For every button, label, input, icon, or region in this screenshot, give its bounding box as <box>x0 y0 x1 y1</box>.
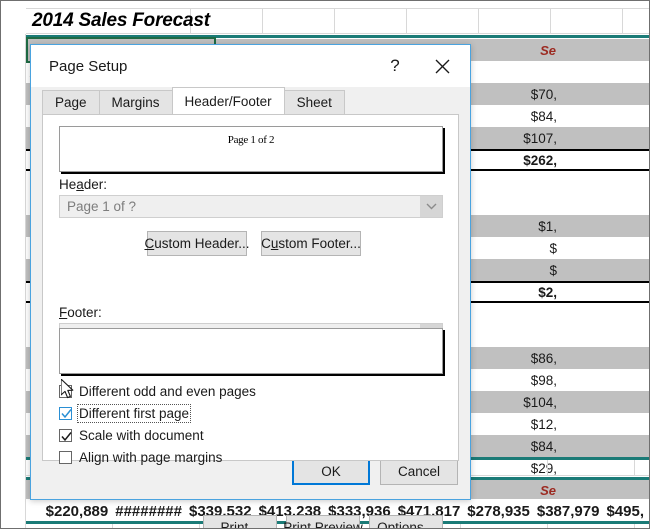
header-preview-text: Page 1 of 2 <box>227 134 275 146</box>
table-cell: $2, <box>538 284 557 300</box>
checkbox-group: Different odd and even pages Different f… <box>59 381 256 469</box>
sheet-title-blank-cell <box>479 9 551 33</box>
dialog-tabstrip: Page Margins Header/Footer Sheet <box>42 87 345 114</box>
checkbox-box[interactable] <box>59 384 72 398</box>
checkbox-different-odd-even[interactable]: Different odd and even pages <box>59 381 256 401</box>
checkbox-scale-with-document[interactable]: Scale with document <box>59 425 256 445</box>
options-button[interactable]: Options... <box>369 515 443 528</box>
checkbox-align-with-page-margins[interactable]: Align with page margins <box>59 447 256 467</box>
custom-footer-button[interactable]: Cu stom Footer... <box>261 231 361 256</box>
checkbox-box[interactable] <box>59 450 72 464</box>
checkbox-label: Different odd and even pages <box>79 383 256 399</box>
footer-field-label: Footer: <box>59 305 102 320</box>
checkbox-label: Align with page margins <box>79 449 223 465</box>
table-cell: $70, <box>530 86 557 102</box>
table-cell: $104, <box>523 394 557 410</box>
header-footer-panel: Page 1 of 2 Header: Page 1 of ? Custom H… <box>42 114 459 528</box>
checkmark-icon <box>61 408 72 418</box>
table-cell: $86, <box>530 350 557 366</box>
header-select-value: Page 1 of ? <box>67 199 137 214</box>
chevron-down-icon[interactable] <box>420 196 442 217</box>
custom-header-button[interactable]: Custom Header... <box>144 231 250 256</box>
table-cell: $ <box>549 240 557 256</box>
tab-margins[interactable]: Margins <box>98 90 173 114</box>
checkbox-box[interactable] <box>59 428 72 442</box>
table-cell: $262, <box>523 152 557 168</box>
header-field-label: Header: <box>59 177 108 192</box>
checkbox-label: Different first page <box>76 403 192 423</box>
grand-total-cell: $495, <box>606 502 644 520</box>
panel-action-buttons: Print... Print Previe w Options... <box>59 515 443 528</box>
dialog-titlebar: Page Setup ? <box>31 45 470 87</box>
tab-header-footer[interactable]: Header/Footer <box>171 87 285 114</box>
screenshot-root: 2014 Sales Forecast Unit n Jul Aug Se An… <box>0 0 650 529</box>
footer-header-month: Se <box>540 482 556 498</box>
table-cell: $ <box>549 262 557 278</box>
print-button[interactable]: Print... <box>203 515 277 528</box>
dialog-title: Page Setup <box>49 57 128 75</box>
sheet-title-blank-cell <box>407 9 479 33</box>
ok-button[interactable]: OK <box>292 458 370 485</box>
tab-page[interactable]: Page <box>42 90 100 114</box>
grand-total-cell: $278,935 <box>467 502 530 520</box>
row-gutter <box>1 34 26 528</box>
close-icon[interactable] <box>422 45 462 87</box>
tab-sheet[interactable]: Sheet <box>283 90 345 114</box>
table-cell: $84, <box>530 438 557 454</box>
sheet-title-blank-cell <box>335 9 407 33</box>
table-cell: $98, <box>530 372 557 388</box>
sheet-title-row: 2014 Sales Forecast <box>26 8 649 34</box>
footer-preview-box <box>59 328 443 374</box>
checkbox-box[interactable] <box>59 406 72 420</box>
grand-total-cell: $387,979 <box>536 502 600 520</box>
sheet-title-blank-cell <box>263 9 335 33</box>
column-header-month: Se <box>540 42 556 58</box>
help-icon[interactable]: ? <box>380 45 410 87</box>
header-preview-box: Page 1 of 2 <box>59 126 443 172</box>
table-cell: $84, <box>530 108 557 124</box>
table-cell: $1, <box>538 218 557 234</box>
sheet-title-blank-cell <box>191 9 263 33</box>
checkmark-icon <box>61 431 72 441</box>
page-setup-dialog: Page Setup ? Page Margins Header/Footer … <box>30 44 471 528</box>
checkbox-label: Scale with document <box>79 427 204 443</box>
dialog-body: Page Margins Header/Footer Sheet Page 1 … <box>31 87 470 528</box>
cancel-button[interactable]: Cancel <box>380 458 458 485</box>
table-cell: $12, <box>530 416 557 432</box>
checkbox-different-first-page[interactable]: Different first page <box>59 403 256 423</box>
header-select[interactable]: Page 1 of ? <box>59 195 443 218</box>
sheet-title: 2014 Sales Forecast <box>26 9 210 33</box>
sheet-title-blank-cell <box>551 9 623 33</box>
print-preview-button[interactable]: Print Previe w <box>283 515 363 528</box>
table-cell: $107, <box>523 130 557 146</box>
